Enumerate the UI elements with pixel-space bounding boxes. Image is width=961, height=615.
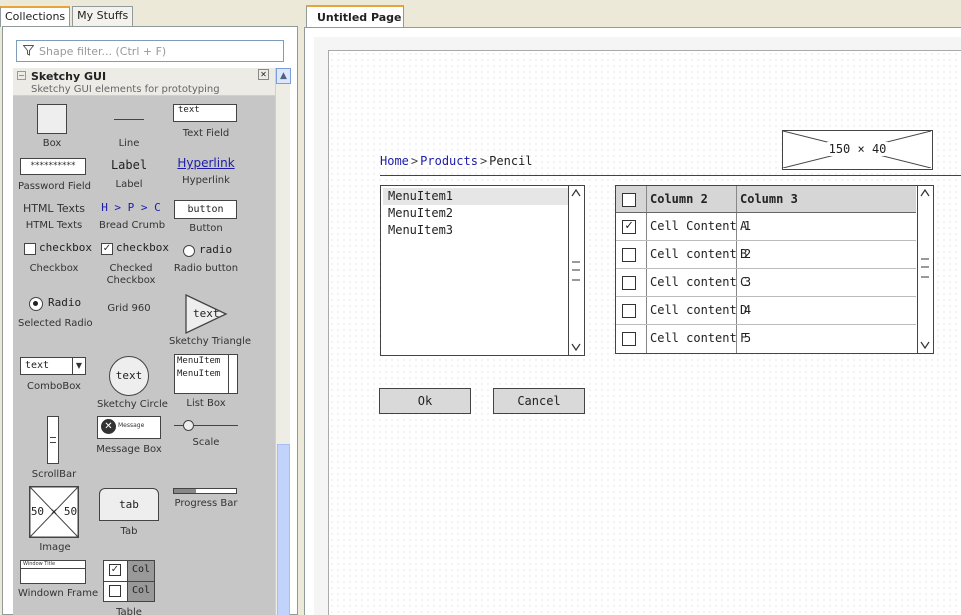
shape-box[interactable]: Box — [22, 104, 82, 154]
table-row[interactable]: Cell content 5 F — [616, 325, 916, 353]
shape-table[interactable]: ✓ Col Col Table — [99, 560, 159, 615]
dropdown-arrow-icon: ▼ — [72, 358, 85, 374]
row-checkbox[interactable] — [622, 304, 636, 318]
breadcrumb-separator: > — [410, 154, 419, 168]
collections-panel: Shape filter... (Ctrl + F) − Sketchy GUI… — [2, 26, 298, 615]
scrollbar-arrows-icon — [571, 188, 581, 352]
column-header[interactable]: Column 3 — [736, 186, 798, 212]
select-all-checkbox[interactable] — [622, 193, 636, 207]
breadcrumb-products[interactable]: Products — [420, 154, 478, 168]
shape-html-texts[interactable]: HTML Texts HTML Texts — [18, 202, 90, 237]
breadcrumb: Home > Products > Pencil — [380, 154, 533, 168]
collection-title: Sketchy GUI — [31, 70, 107, 83]
table-cell: D — [740, 303, 748, 317]
table-row[interactable]: Cell content 3 C — [616, 269, 916, 297]
shape-message-box[interactable]: ✕ Message Message Box — [95, 416, 163, 458]
divider — [380, 175, 961, 176]
image-placeholder[interactable]: 150 × 40 — [782, 130, 933, 170]
table-row[interactable]: Cell content 2 B — [616, 241, 916, 269]
shape-line[interactable]: Line — [99, 104, 159, 154]
filter-icon — [22, 45, 35, 57]
scrollbar-arrows-icon — [920, 188, 930, 350]
listbox-scrollbar[interactable] — [568, 186, 584, 355]
shape-tab[interactable]: tab Tab — [97, 488, 161, 543]
cancel-button[interactable]: Cancel — [493, 388, 585, 414]
shape-combobox[interactable]: text ▼ ComboBox — [18, 357, 90, 393]
row-checkbox-checked[interactable]: ✓ — [622, 219, 636, 234]
shape-selected-radio[interactable]: Radio Selected Radio — [18, 296, 93, 331]
filter-placeholder: Shape filter... (Ctrl + F) — [39, 44, 167, 58]
error-icon: ✕ — [101, 419, 116, 434]
list-item[interactable]: MenuItem3 — [383, 222, 569, 239]
column-header[interactable]: Column 2 — [646, 186, 708, 212]
check-icon: ✓ — [109, 564, 121, 576]
shape-filter-input[interactable]: Shape filter... (Ctrl + F) — [16, 40, 284, 62]
shape-scrollbar[interactable]: ScrollBar — [18, 414, 90, 482]
row-checkbox[interactable] — [622, 248, 636, 262]
shape-sketchy-triangle[interactable]: text Sketchy Triangle — [169, 293, 251, 349]
shape-grid-960[interactable]: Grid 960 — [99, 303, 159, 323]
shape-radio-button[interactable]: radio Radio button — [171, 243, 241, 278]
tab-untitled-page[interactable]: Untitled Page — [306, 5, 404, 27]
shape-list-box[interactable]: MenuItem MenuItem List Box — [169, 354, 243, 410]
data-grid[interactable]: Column 2 Column 3 ✓ Cell Content 1 A Cel… — [615, 185, 934, 354]
check-icon: ✓ — [101, 243, 113, 255]
table-cell: B — [740, 247, 748, 261]
breadcrumb-separator: > — [479, 154, 488, 168]
collapse-icon[interactable]: − — [17, 71, 26, 80]
collection-header[interactable]: − Sketchy GUI Sketchy GUI elements for p… — [13, 68, 275, 96]
table-row[interactable]: Cell content 4 D — [616, 297, 916, 325]
ok-button[interactable]: Ok — [379, 388, 471, 414]
table-cell: F — [740, 331, 748, 345]
scroll-up-icon[interactable]: ▲ — [276, 68, 291, 84]
shape-button[interactable]: button Button — [171, 200, 241, 235]
tab-collections[interactable]: Collections — [0, 6, 71, 27]
row-checkbox[interactable] — [622, 332, 636, 346]
slider-knob-icon — [183, 420, 194, 431]
shape-sketchy-circle[interactable]: text Sketchy Circle — [97, 354, 168, 410]
list-item[interactable]: MenuItem1 — [383, 188, 569, 205]
shape-image[interactable]: 50 × 50 Image — [25, 486, 85, 556]
shape-checkbox[interactable]: checkbox Checkbox — [18, 241, 92, 276]
shape-password-field[interactable]: ********** Password Field — [18, 158, 91, 193]
table-cell: A — [740, 219, 748, 233]
tab-my-stuffs[interactable]: My Stuffs — [72, 6, 134, 26]
shape-label[interactable]: Label Label — [99, 158, 159, 193]
scroll-thumb[interactable] — [277, 444, 290, 615]
grid-scrollbar[interactable] — [917, 186, 933, 353]
shape-hyperlink[interactable]: Hyperlink Hyperlink — [171, 156, 241, 191]
collection-scrollbar[interactable]: ▲ — [275, 68, 291, 615]
shape-progress-bar[interactable]: Progress Bar — [169, 488, 243, 518]
row-checkbox[interactable] — [622, 276, 636, 290]
table-cell: C — [740, 275, 748, 289]
left-tab-bar: Collections My Stuffs — [0, 6, 135, 27]
shape-checked-checkbox[interactable]: ✓ checkbox Checked Checkbox — [99, 241, 169, 289]
image-size-label: 150 × 40 — [826, 142, 889, 156]
shape-scale[interactable]: Scale — [171, 420, 241, 450]
shape-window-frame[interactable]: Window Title Windown Frame — [18, 560, 98, 600]
breadcrumb-home[interactable]: Home — [380, 154, 409, 168]
close-collection-icon[interactable]: ✕ — [258, 69, 269, 80]
shape-bread-crumb[interactable]: H > P > C Bread Crumb — [99, 201, 165, 236]
grid-header: Column 2 Column 3 — [616, 186, 916, 213]
table-row[interactable]: ✓ Cell Content 1 A — [616, 213, 916, 241]
collection-subtitle: Sketchy GUI elements for prototyping — [31, 84, 220, 95]
menu-listbox[interactable]: MenuItem1 MenuItem2 MenuItem3 — [380, 185, 585, 356]
shape-text-field[interactable]: text Text Field — [171, 104, 241, 144]
breadcrumb-current: Pencil — [489, 154, 533, 168]
list-item[interactable]: MenuItem2 — [383, 205, 569, 222]
